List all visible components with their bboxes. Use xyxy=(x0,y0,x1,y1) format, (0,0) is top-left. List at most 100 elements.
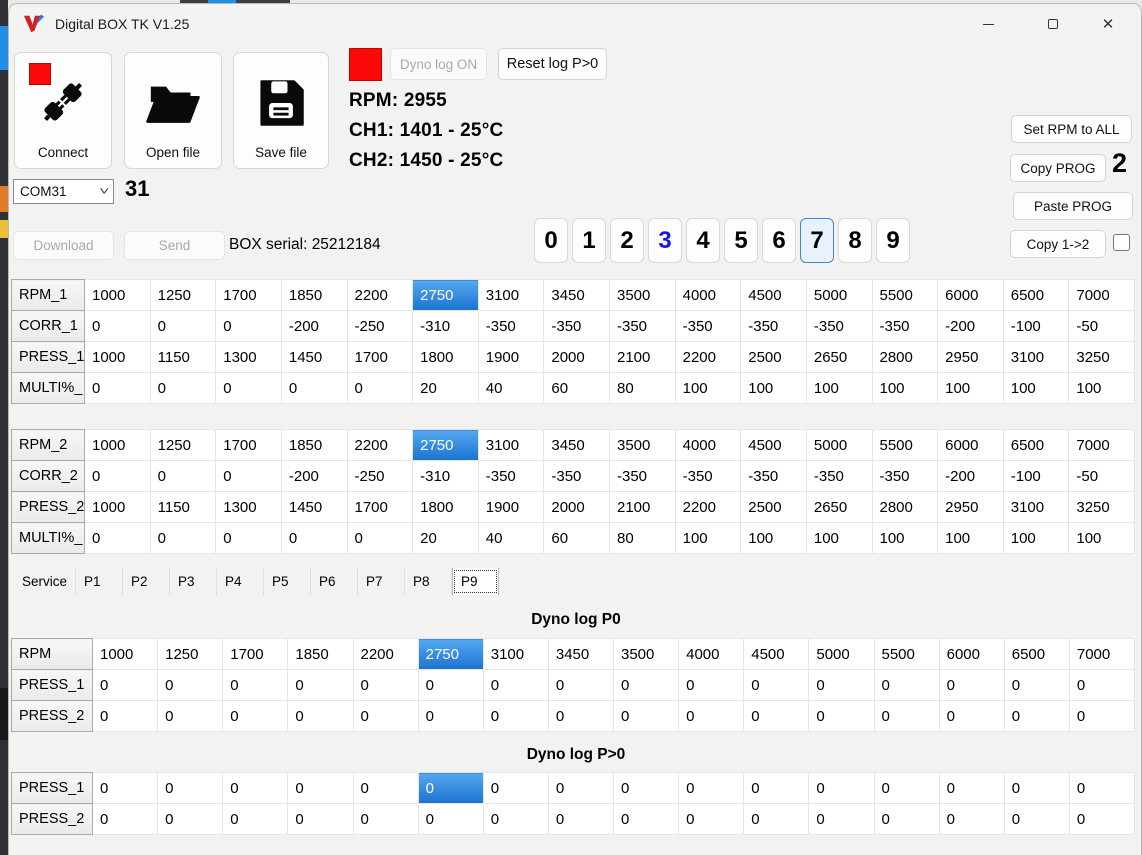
table-cell[interactable]: 1300 xyxy=(215,341,282,373)
digit-button-6[interactable]: 6 xyxy=(762,218,796,263)
table-cell[interactable]: 0 xyxy=(612,772,680,804)
table-cell[interactable]: 1700 xyxy=(215,429,282,461)
table-cell[interactable]: 0 xyxy=(873,772,940,804)
table-cell[interactable]: 2650 xyxy=(805,341,873,373)
table-cell[interactable]: 0 xyxy=(678,700,745,732)
title-bar[interactable]: Digital BOX TK V1.25 ✕ xyxy=(9,4,1141,44)
table-cell[interactable]: 100 xyxy=(871,372,939,404)
table-cell[interactable]: 4000 xyxy=(674,279,742,311)
table-cell[interactable]: 20 xyxy=(412,372,479,404)
table-cell[interactable]: 1700 xyxy=(222,638,289,670)
table-cell[interactable]: 0 xyxy=(678,669,745,701)
table-cell[interactable]: 4000 xyxy=(678,638,745,670)
table-cell[interactable]: 0 xyxy=(157,803,224,835)
table-cell[interactable]: 0 xyxy=(743,700,810,732)
table-cell[interactable]: 1300 xyxy=(215,491,282,523)
minimize-button[interactable] xyxy=(965,4,1011,44)
table-cell[interactable]: 0 xyxy=(873,700,940,732)
table-cell[interactable]: 2500 xyxy=(740,491,807,523)
table-cell[interactable]: 40 xyxy=(477,372,545,404)
table-cell[interactable]: 0 xyxy=(1068,669,1136,701)
digit-button-7[interactable]: 7 xyxy=(800,218,834,263)
table-cell[interactable]: 0 xyxy=(482,700,549,732)
table-cell[interactable]: 0 xyxy=(547,803,615,835)
table-cell[interactable]: 0 xyxy=(1068,803,1136,835)
table-cell[interactable]: 100 xyxy=(1068,372,1135,404)
table-cell[interactable]: 0 xyxy=(287,700,354,732)
table-cell[interactable]: 1150 xyxy=(149,491,217,523)
table-cell[interactable]: 0 xyxy=(482,669,549,701)
table-cell[interactable]: 1700 xyxy=(346,491,414,523)
table-cell[interactable]: 3100 xyxy=(482,638,549,670)
table-cell[interactable]: -200 xyxy=(280,460,348,492)
table-cell[interactable]: 0 xyxy=(215,310,282,342)
table-cell[interactable]: 100 xyxy=(740,522,807,554)
table-cell[interactable]: 0 xyxy=(547,669,615,701)
table-cell[interactable]: 0 xyxy=(743,803,810,835)
digit-button-5[interactable]: 5 xyxy=(724,218,758,263)
table-cell[interactable]: 0 xyxy=(287,772,354,804)
table-cell[interactable]: -350 xyxy=(805,310,873,342)
copy-prog-button[interactable]: Copy PROG xyxy=(1010,154,1106,182)
table-cell[interactable]: 1000 xyxy=(84,491,151,523)
table-cell[interactable]: 0 xyxy=(808,772,875,804)
table-cell[interactable]: 1900 xyxy=(477,491,545,523)
copy-1-to-2-button[interactable]: Copy 1->2 xyxy=(1010,230,1106,258)
table-cell[interactable]: 0 xyxy=(215,522,282,554)
table-cell[interactable]: 1800 xyxy=(412,341,479,373)
table-cell[interactable]: 5500 xyxy=(871,429,939,461)
table-cell[interactable]: -310 xyxy=(412,460,479,492)
table-cell[interactable]: 7000 xyxy=(1068,429,1135,461)
table-cell[interactable]: 0 xyxy=(1068,700,1136,732)
table-cell[interactable]: 3500 xyxy=(609,279,676,311)
table-cell[interactable]: 0 xyxy=(547,772,615,804)
table-cell[interactable]: 0 xyxy=(417,700,484,732)
table-cell[interactable]: 1000 xyxy=(84,341,151,373)
table-cell[interactable]: 0 xyxy=(149,372,217,404)
table-cell[interactable]: 0 xyxy=(149,522,217,554)
table-cell[interactable]: 2750 xyxy=(412,429,479,461)
tab-p9[interactable]: P9 xyxy=(452,568,500,595)
table-cell[interactable]: 2100 xyxy=(609,491,676,523)
table-cell[interactable]: 0 xyxy=(417,803,484,835)
table-cell[interactable]: 40 xyxy=(477,522,545,554)
digit-button-1[interactable]: 1 xyxy=(572,218,606,263)
table-cell[interactable]: 2000 xyxy=(543,491,610,523)
table-cell[interactable]: 1000 xyxy=(84,429,151,461)
table-cell[interactable]: 0 xyxy=(157,772,224,804)
table-cell[interactable]: 0 xyxy=(743,772,810,804)
table-cell[interactable]: 60 xyxy=(543,372,610,404)
table-cell[interactable]: 0 xyxy=(157,669,224,701)
table-cell[interactable]: 0 xyxy=(873,669,940,701)
table-cell[interactable]: 0 xyxy=(352,803,419,835)
table-cell[interactable]: 100 xyxy=(1002,372,1070,404)
table-cell[interactable]: -350 xyxy=(805,460,873,492)
paste-prog-button[interactable]: Paste PROG xyxy=(1013,192,1133,220)
save-file-button[interactable]: Save file xyxy=(233,52,329,169)
table-cell[interactable]: 100 xyxy=(937,522,1004,554)
table-cell[interactable]: 0 xyxy=(91,700,159,732)
table-cell[interactable]: -350 xyxy=(543,310,610,342)
table-cell[interactable]: -200 xyxy=(937,460,1004,492)
table-cell[interactable]: 0 xyxy=(280,372,348,404)
set-rpm-to-all-button[interactable]: Set RPM to ALL xyxy=(1011,115,1132,143)
digit-button-4[interactable]: 4 xyxy=(686,218,720,263)
table-cell[interactable]: -200 xyxy=(937,310,1004,342)
table-cell[interactable]: 6500 xyxy=(1003,638,1070,670)
table-cell[interactable]: 0 xyxy=(938,700,1005,732)
table-cell[interactable]: 0 xyxy=(417,772,484,804)
tab-service[interactable]: Service xyxy=(14,568,77,595)
tab-p8[interactable]: P8 xyxy=(405,568,453,595)
table-cell[interactable]: 0 xyxy=(938,669,1005,701)
table-cell[interactable]: 100 xyxy=(805,372,873,404)
table-cell[interactable]: 0 xyxy=(84,372,151,404)
table-cell[interactable]: 6000 xyxy=(937,429,1004,461)
table-cell[interactable]: 0 xyxy=(1068,772,1136,804)
table-cell[interactable]: 0 xyxy=(417,669,484,701)
table-cell[interactable]: 100 xyxy=(871,522,939,554)
digit-button-2[interactable]: 2 xyxy=(610,218,644,263)
table-cell[interactable]: 3450 xyxy=(547,638,615,670)
table-cell[interactable]: 0 xyxy=(1003,803,1070,835)
table-cell[interactable]: 1150 xyxy=(149,341,217,373)
close-button[interactable]: ✕ xyxy=(1085,4,1131,44)
